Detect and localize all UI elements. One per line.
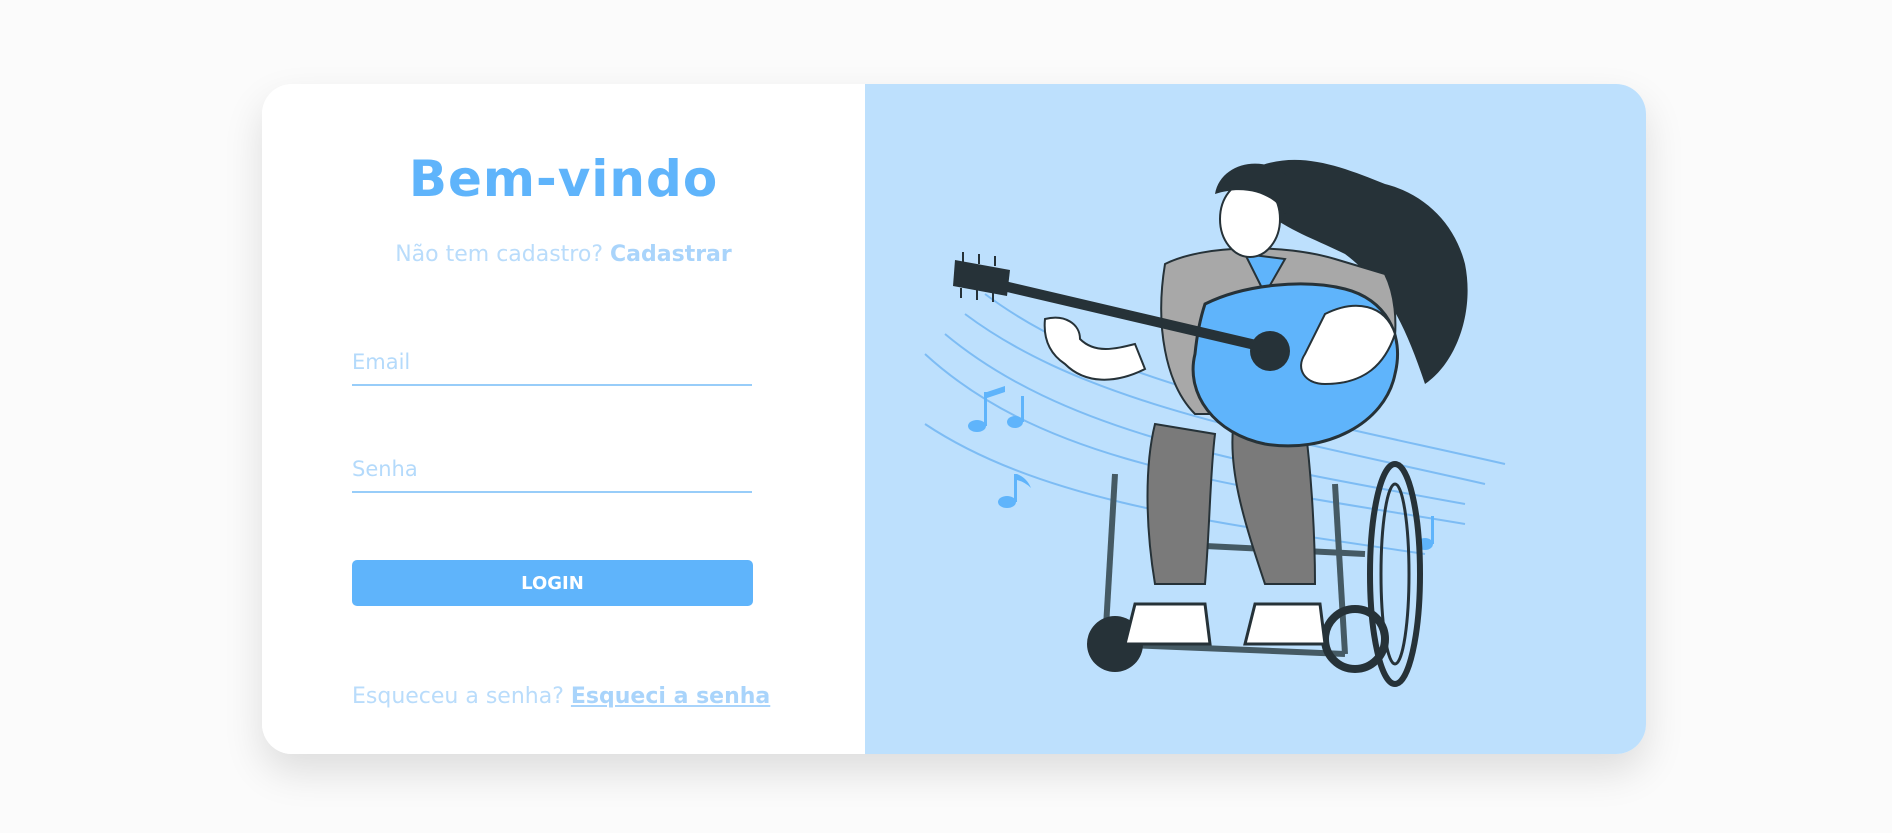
login-form-panel: Bem-vindo Não tem cadastro? Cadastrar LO… xyxy=(262,84,865,754)
signup-prompt: Não tem cadastro? Cadastrar xyxy=(262,242,865,267)
forgot-password-prompt: Esqueceu a senha? Esqueci a senha xyxy=(352,684,770,709)
password-input[interactable] xyxy=(352,447,752,493)
forgot-prompt-text: Esqueceu a senha? xyxy=(352,684,564,709)
signup-link[interactable]: Cadastrar xyxy=(610,242,732,267)
signup-prompt-text: Não tem cadastro? xyxy=(395,242,604,267)
forgot-password-link[interactable]: Esqueci a senha xyxy=(571,684,770,709)
page-title: Bem-vindo xyxy=(408,150,719,208)
email-input[interactable] xyxy=(352,340,752,386)
illustration-panel xyxy=(865,84,1646,754)
login-button[interactable]: LOGIN xyxy=(352,560,753,606)
login-card: Bem-vindo Não tem cadastro? Cadastrar LO… xyxy=(262,84,1646,754)
woman-wheelchair-guitar-illustration-icon xyxy=(924,159,1506,687)
